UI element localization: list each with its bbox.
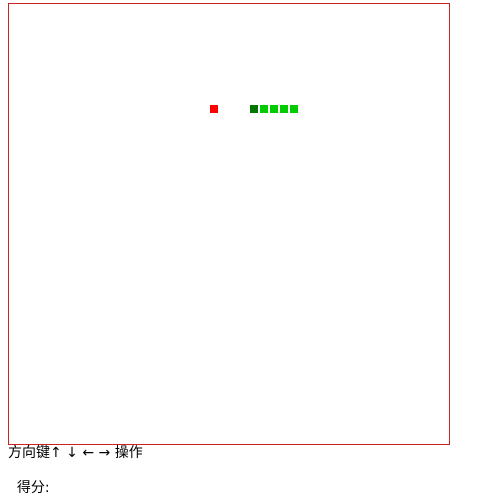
snake-body-cell xyxy=(269,104,279,114)
score-label: 得分: xyxy=(16,480,50,496)
snake-body-cell xyxy=(289,104,299,114)
score-display: 得分: xyxy=(8,463,50,497)
food-cell xyxy=(209,104,219,114)
controls-hint: 方向键↑ ↓ ← → 操作 xyxy=(8,445,143,461)
snake-head-cell xyxy=(249,104,259,114)
snake-body-cell xyxy=(259,104,269,114)
snake-body-cell xyxy=(279,104,289,114)
game-board[interactable] xyxy=(8,3,450,445)
